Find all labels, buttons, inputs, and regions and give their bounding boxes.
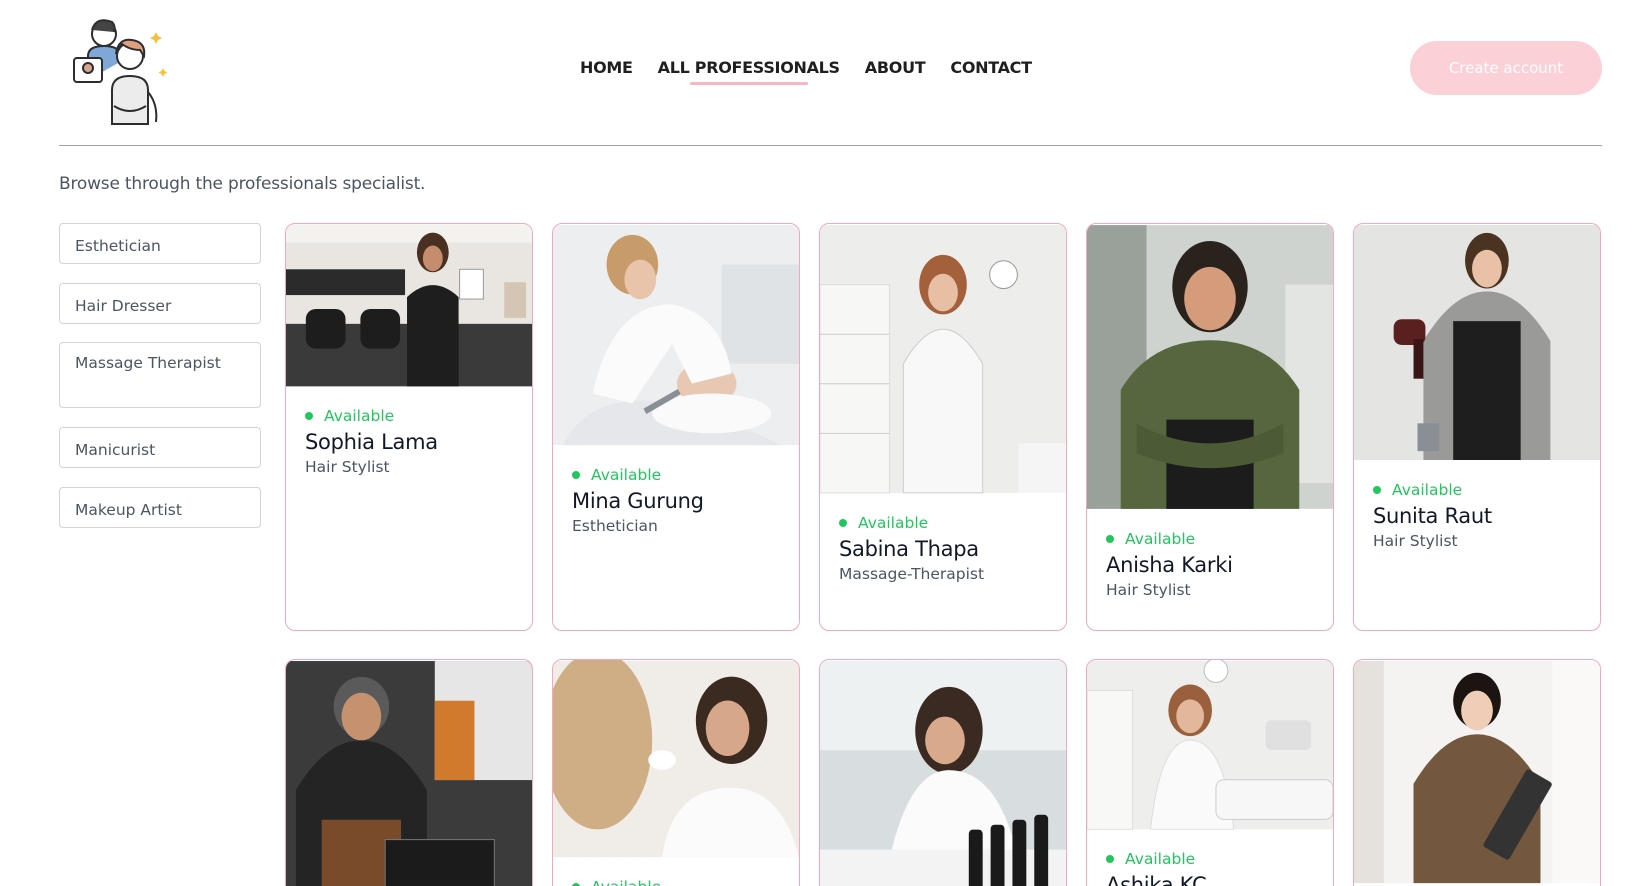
professional-role: Hair Stylist: [1373, 532, 1458, 550]
logo-illustration-icon: [73, 19, 158, 125]
status-text: Available: [591, 466, 662, 484]
create-account-button[interactable]: Create account: [1410, 41, 1602, 95]
status-dot-icon: [1106, 535, 1114, 543]
professional-info: Available Sabina Thapa Massage-Therapist: [820, 494, 1066, 583]
professional-role: Hair Stylist: [1106, 581, 1191, 599]
professional-role: Esthetician: [572, 517, 658, 535]
header-divider: [59, 145, 1602, 146]
professional-name: Mina Gurung: [572, 489, 704, 513]
professional-photo: [286, 661, 532, 886]
filter-makeup-artist[interactable]: Makeup Artist: [59, 487, 261, 528]
professional-info: Available Mina Gurung Esthetician: [553, 446, 799, 535]
professional-card[interactable]: Available Sophia Lama Hair Stylist: [285, 223, 533, 631]
professional-name: Ashika KC: [1106, 873, 1207, 886]
brand-logo[interactable]: [68, 8, 168, 126]
availability-status: Available: [305, 407, 532, 425]
professional-photo: [1354, 224, 1600, 461]
professional-photo: [820, 661, 1066, 886]
nav-all-professionals[interactable]: ALL PROFESSIONALS: [658, 58, 840, 85]
professional-photo: [820, 225, 1066, 494]
page-intro: Browse through the professionals special…: [59, 174, 426, 194]
filter-massage-therapist[interactable]: Massage Therapist: [59, 342, 261, 408]
status-text: Available: [324, 407, 395, 425]
status-dot-icon: [305, 412, 313, 420]
filter-hair-dresser[interactable]: Hair Dresser: [59, 283, 261, 324]
professional-card[interactable]: Available: [552, 659, 800, 886]
professional-photo: [1354, 660, 1600, 884]
professional-role: Hair Stylist: [305, 458, 390, 476]
professional-name: Anisha Karki: [1106, 553, 1233, 577]
professional-info: Available Anisha Karki Hair Stylist: [1087, 510, 1333, 599]
status-text: Available: [1125, 850, 1196, 868]
availability-status: Available: [572, 466, 799, 484]
filter-manicurist[interactable]: Manicurist: [59, 427, 261, 468]
status-dot-icon: [1106, 855, 1114, 863]
availability-status: Available: [572, 878, 799, 886]
professional-card[interactable]: Available Anisha Karki Hair Stylist: [1086, 223, 1334, 631]
professional-name: Sophia Lama: [305, 430, 438, 454]
professional-photo: [1087, 225, 1333, 509]
availability-status: Available: [839, 514, 1066, 532]
status-text: Available: [591, 878, 661, 886]
availability-status: Available: [1106, 850, 1333, 868]
status-dot-icon: [572, 471, 580, 479]
nav-about[interactable]: ABOUT: [865, 58, 926, 77]
professional-role: Massage-Therapist: [839, 565, 985, 583]
status-dot-icon: [1373, 486, 1381, 494]
professional-info: Available Ashika KC: [1087, 830, 1333, 886]
status-text: Available: [1125, 530, 1196, 548]
nav-home[interactable]: HOME: [580, 58, 633, 77]
main-nav: HOME ALL PROFESSIONALS ABOUT CONTACT: [580, 58, 1032, 85]
availability-status: Available: [1373, 481, 1600, 499]
professional-card[interactable]: Available Sabina Thapa Massage-Therapist: [819, 223, 1067, 631]
status-dot-icon: [839, 519, 847, 527]
professional-name: Sabina Thapa: [839, 537, 979, 561]
professional-info: Available: [553, 858, 799, 886]
professional-card[interactable]: Available Sunita Raut Hair Stylist: [1353, 223, 1601, 631]
nav-contact[interactable]: CONTACT: [950, 58, 1032, 77]
filter-esthetician[interactable]: Esthetician: [59, 223, 261, 264]
professional-card[interactable]: [819, 659, 1067, 886]
professional-photo: [286, 224, 532, 387]
professional-info: Available Sophia Lama Hair Stylist: [286, 387, 532, 476]
status-text: Available: [1392, 481, 1463, 499]
professional-photo: [1087, 660, 1333, 830]
professional-photo: [553, 660, 799, 858]
professional-name: Sunita Raut: [1373, 504, 1492, 528]
professional-card[interactable]: [1353, 659, 1601, 886]
professional-photo: [553, 224, 799, 446]
availability-status: Available: [1106, 530, 1333, 548]
status-text: Available: [858, 514, 929, 532]
professional-card[interactable]: Available Ashika KC: [1086, 659, 1334, 886]
professional-info: Available Sunita Raut Hair Stylist: [1354, 461, 1600, 550]
professional-card[interactable]: [285, 659, 533, 886]
professional-card[interactable]: Available Mina Gurung Esthetician: [552, 223, 800, 631]
